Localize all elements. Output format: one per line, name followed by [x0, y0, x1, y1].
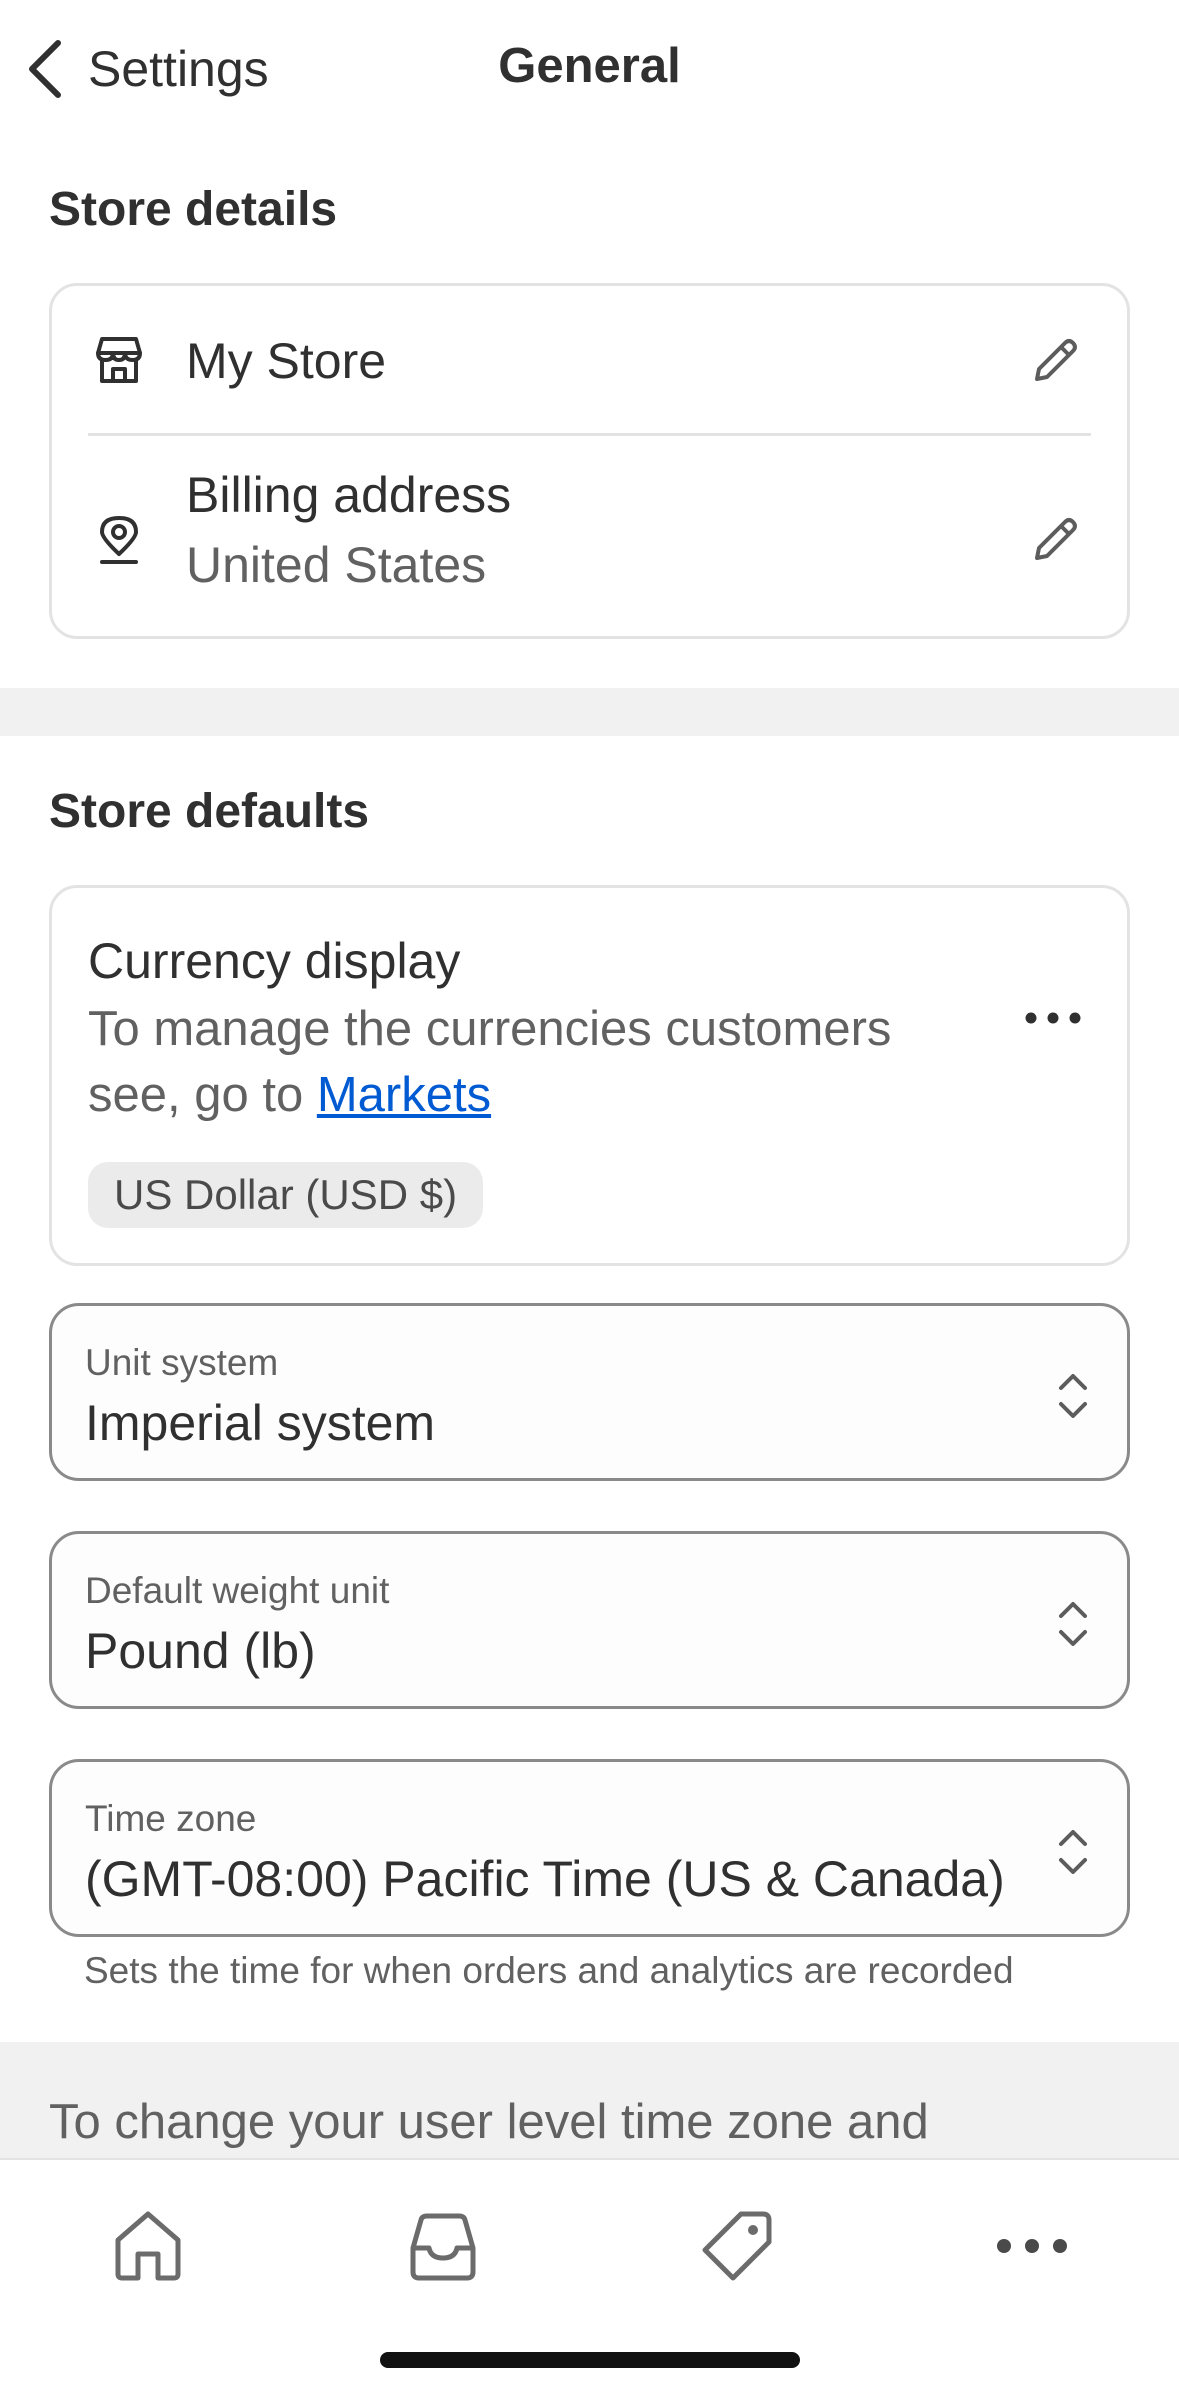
time-zone-helper-text: Sets the time for when orders and analyt… [84, 1950, 1014, 1991]
weight-unit-select[interactable]: Default weight unit Pound (lb) [49, 1531, 1130, 1709]
time-zone-select[interactable]: Time zone (GMT-08:00) Pacific Time (US &… [49, 1759, 1130, 1937]
weight-unit-label: Default weight unit [85, 1570, 390, 1611]
section-separator [0, 688, 1179, 736]
unit-system-value: Imperial system [85, 1395, 436, 1451]
location-pin-icon [100, 516, 138, 564]
more-icon[interactable] [992, 2206, 1072, 2286]
nav-header: Settings General [0, 0, 1179, 140]
edit-store-name-button[interactable] [1029, 333, 1083, 387]
weight-unit-value: Pound (lb) [85, 1623, 316, 1679]
home-indicator [380, 2352, 800, 2368]
currency-more-button[interactable] [1023, 998, 1083, 1038]
currency-badge: US Dollar (USD $) [88, 1162, 484, 1228]
billing-address-row[interactable]: Billing address United States [52, 436, 1127, 636]
select-chevron-icon [1059, 1830, 1087, 1874]
time-zone-tip: To change your user level time zone and [49, 2095, 929, 2149]
select-chevron-icon [1059, 1602, 1087, 1646]
edit-billing-address-button[interactable] [1029, 512, 1083, 566]
billing-address-label: Billing address [186, 467, 512, 523]
time-zone-label: Time zone [85, 1798, 257, 1839]
store-name-row[interactable]: My Store [52, 286, 1127, 434]
store-details-card: My Store Billing address United States [49, 283, 1130, 639]
billing-address-value: United States [186, 537, 487, 593]
tag-icon[interactable] [697, 2206, 777, 2286]
currency-display-title: Currency display [88, 933, 461, 989]
store-name: My Store [186, 333, 387, 389]
unit-system-select[interactable]: Unit system Imperial system [49, 1303, 1130, 1481]
currency-display-card: Currency display To manage the currencie… [49, 885, 1130, 1266]
select-chevron-icon [1059, 1374, 1087, 1418]
section-title-store-defaults: Store defaults [49, 785, 370, 838]
section-title-store-details: Store details [49, 183, 338, 236]
time-zone-value: (GMT-08:00) Pacific Time (US & Canada) [85, 1851, 1005, 1907]
store-icon [96, 337, 142, 383]
markets-link[interactable]: Markets [317, 1068, 491, 1122]
inbox-icon[interactable] [403, 2206, 483, 2286]
unit-system-label: Unit system [85, 1342, 279, 1383]
home-icon[interactable] [108, 2206, 188, 2286]
currency-display-description: To manage the currencies customers see, … [88, 996, 988, 1128]
page-title: General [498, 39, 681, 93]
